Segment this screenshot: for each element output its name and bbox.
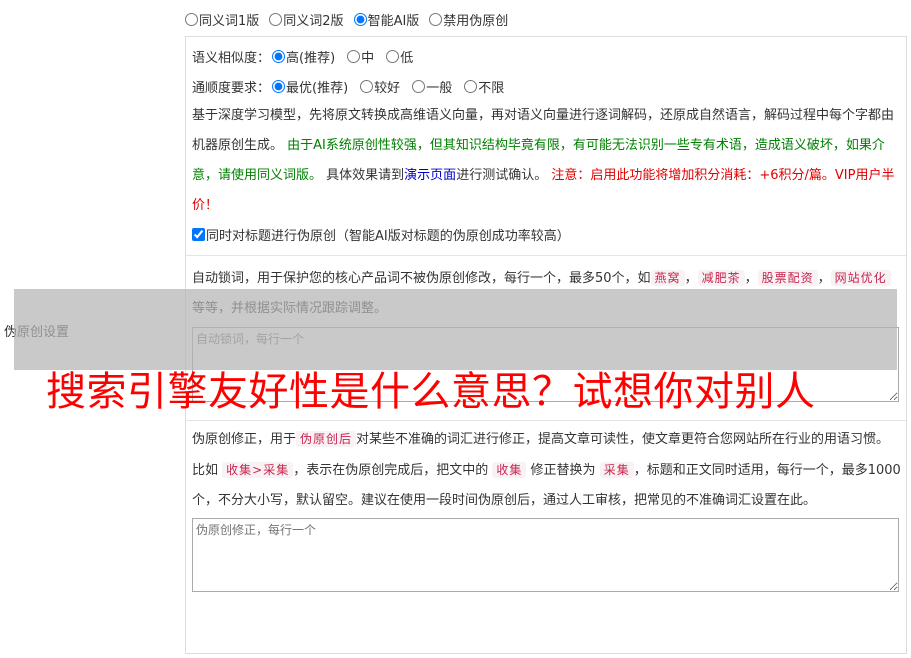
similarity-option-low[interactable]: 低 [386,47,413,66]
similarity-radio-low[interactable] [386,49,400,63]
mode-option-disable[interactable]: 禁用伪原创 [429,10,508,29]
title-rewrite-label: 同时对标题进行伪原创（智能AI版对标题的伪原创成功率较高） [206,228,570,244]
mode-option-label: 禁用伪原创 [443,13,509,29]
option-label: 不限 [478,80,505,96]
ai-description: 基于深度学习模型，先将原文转换成高维语义向量，再对语义向量进行逐词解码，还原成自… [192,101,901,221]
correction-code: 收集>采集 [222,462,294,478]
similarity-row: 语义相似度： 高(推荐) 中 低 [192,41,901,71]
similarity-option-high[interactable]: 高(推荐) [272,47,335,66]
lock-word-example: 股票配资 [757,270,818,286]
option-label: 中 [361,50,375,66]
title-rewrite-option[interactable]: 同时对标题进行伪原创（智能AI版对标题的伪原创成功率较高） [192,225,570,244]
settings-section-label: 伪原创设置 [4,325,70,340]
title-rewrite-checkbox[interactable] [192,227,205,241]
lock-word-example: 减肥茶 [697,270,745,286]
ai-settings-panel: 语义相似度： 高(推荐) 中 低 通顺度要求： 最优(推荐) 较好 一般 不限 … [185,36,907,654]
lock-word-example: 网站优化 [830,270,891,286]
overlay-headline: 搜索引擎友好性是什么意思？试想你对别人 [46,369,816,415]
option-label: 一般 [426,80,453,96]
demo-page-link[interactable]: 演示页面 [404,168,456,183]
correction-text: ，表示在伪原创完成后，把文中的 [293,463,489,478]
fluency-radio-best[interactable] [272,79,286,93]
mode-option-label: 同义词1版 [199,13,260,29]
mode-radio-disable[interactable] [429,12,443,26]
mode-option-label: 智能AI版 [367,13,420,29]
fluency-option-any[interactable]: 不限 [464,77,504,96]
fluency-row: 通顺度要求： 最优(推荐) 较好 一般 不限 [192,71,901,101]
description-text: 进行测试确认。 [456,168,548,183]
pseudo-original-mode-group: 同义词1版 同义词2版 智能AI版 禁用伪原创 [185,10,518,29]
correction-code: 伪原创后 [296,431,357,447]
mode-option-label: 同义词2版 [283,13,344,29]
option-label: 较好 [374,80,401,96]
mode-option-synonym2[interactable]: 同义词2版 [269,10,344,29]
mode-option-synonym1[interactable]: 同义词1版 [185,10,259,29]
title-option-row: 同时对标题进行伪原创（智能AI版对标题的伪原创成功率较高） [192,221,901,247]
mode-radio-synonym2[interactable] [269,12,283,26]
similarity-radio-high[interactable] [272,49,286,63]
correction-description: 伪原创修正，用于 伪原创后 对某些不准确的词汇进行修正，提高文章可读性，使文章更符合… [192,424,901,516]
mode-radio-synonym1[interactable] [185,12,198,26]
similarity-label: 语义相似度： [192,50,271,66]
fluency-option-normal[interactable]: 一般 [412,77,452,96]
correction-code: 收集 [492,462,527,478]
mode-radio-ai[interactable] [353,12,367,26]
fluency-option-best[interactable]: 最优(推荐) [272,77,348,96]
similarity-radio-mid[interactable] [347,49,361,63]
correction-text: 修正替换为 [530,463,596,478]
fluency-radio-good[interactable] [360,79,374,93]
fluency-option-good[interactable]: 较好 [360,77,400,96]
fluency-label: 通顺度要求： [192,80,271,96]
description-text: 具体效果请到 [326,168,405,183]
similarity-option-mid[interactable]: 中 [347,47,374,66]
correction-text: 伪原创修正，用于 [192,432,297,447]
correction-input[interactable] [192,518,899,592]
option-label: 最优(推荐) [286,80,349,96]
option-label: 高(推荐) [286,50,336,66]
fluency-radio-any[interactable] [464,79,478,93]
option-label: 低 [400,50,414,66]
lock-words-text: 自动锁词，用于保护您的核心产品词不被伪原创修改，每行一个，最多50个，如 [192,271,651,286]
correction-code: 采集 [599,462,634,478]
lock-word-example: 燕窝 [650,270,685,286]
mode-option-ai[interactable]: 智能AI版 [353,10,420,29]
lock-words-text: 等等，并根据实际情况跟踪调整。 [192,301,388,316]
lock-words-description: 自动锁词，用于保护您的核心产品词不被伪原创修改，每行一个，最多50个，如 燕窝，减… [192,263,901,324]
fluency-radio-normal[interactable] [412,79,426,93]
